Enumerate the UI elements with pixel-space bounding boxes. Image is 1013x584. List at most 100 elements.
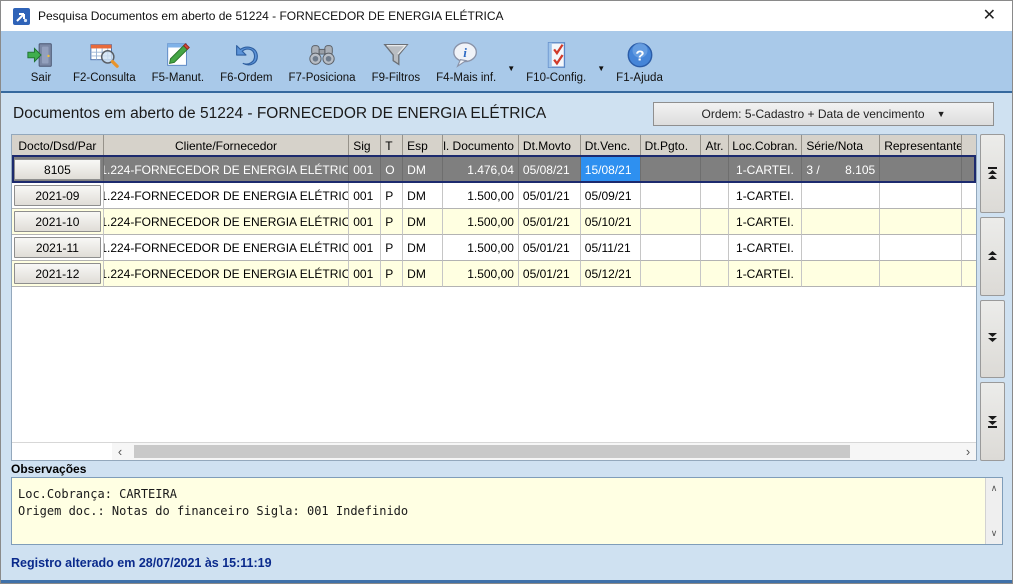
cell-representante[interactable] [880, 261, 962, 287]
cell-cliente[interactable]: 51.224-FORNECEDOR DE ENERGIA ELÉTRICA [104, 235, 349, 261]
toolbar-button-f9-filtros[interactable]: F9-Filtros [364, 36, 429, 87]
cell-atr[interactable] [701, 235, 729, 261]
cell-atr[interactable] [701, 183, 729, 209]
observations-textarea[interactable]: Loc.Cobrança: CARTEIRA Origem doc.: Nota… [11, 477, 1003, 545]
hscroll-track[interactable] [128, 443, 960, 460]
cell-esp[interactable]: DM [403, 261, 443, 287]
cell-esp[interactable]: DM [403, 235, 443, 261]
cell-cliente[interactable]: 51.224-FORNECEDOR DE ENERGIA ELÉTRICA [104, 157, 349, 183]
toolbar-button-f4-mais-inf[interactable]: i F4-Mais inf. [428, 36, 504, 87]
header-cell-loc[interactable]: Loc.Cobran. [729, 135, 803, 157]
cell-loc[interactable]: 1-CARTEI. [729, 157, 803, 183]
page-up-button[interactable] [980, 217, 1005, 296]
mais-inf-dropdown-arrow-icon[interactable]: ▼ [504, 62, 518, 75]
docto-button[interactable]: 2021-09 [14, 185, 101, 206]
cell-esp[interactable]: DM [403, 157, 443, 183]
table-row[interactable]: 2021-09 51.224-FORNECEDOR DE ENERGIA ELÉ… [12, 183, 976, 209]
cell-sig[interactable]: 001 [349, 209, 381, 235]
cell-cliente[interactable]: 51.224-FORNECEDOR DE ENERGIA ELÉTRICA [104, 209, 349, 235]
cell-cliente[interactable]: 51.224-FORNECEDOR DE ENERGIA ELÉTRICA [104, 261, 349, 287]
toolbar-button-f2-consulta[interactable]: F2-Consulta [65, 36, 144, 87]
cell-valor[interactable]: 1.476,04 [443, 157, 519, 183]
cell-representante[interactable] [880, 183, 962, 209]
cell-venc[interactable]: 05/10/21 [581, 209, 641, 235]
docto-button[interactable]: 2021-11 [14, 237, 101, 258]
cell-t[interactable]: P [381, 209, 403, 235]
docto-button[interactable]: 8105 [14, 159, 101, 180]
cell-movto[interactable]: 05/01/21 [519, 183, 581, 209]
header-cell-representante[interactable]: Representante [880, 135, 962, 157]
cell-sig[interactable]: 001 [349, 235, 381, 261]
order-dropdown-button[interactable]: Ordem: 5-Cadastro + Data de vencimento ▼ [653, 102, 994, 126]
cell-loc[interactable]: 1-CARTEI. [729, 261, 803, 287]
close-button[interactable]: ✕ [979, 8, 1000, 24]
header-cell-pgto[interactable]: Dt.Pgto. [641, 135, 701, 157]
docto-button[interactable]: 2021-10 [14, 211, 101, 232]
table-row[interactable]: 2021-11 51.224-FORNECEDOR DE ENERGIA ELÉ… [12, 235, 976, 261]
cell-t[interactable]: P [381, 235, 403, 261]
cell-pgto[interactable] [641, 209, 701, 235]
cell-venc-cursor[interactable]: 15/08/21 [581, 157, 641, 183]
hscroll-thumb[interactable] [134, 445, 850, 458]
cell-valor[interactable]: 1.500,00 [443, 235, 519, 261]
header-cell-esp[interactable]: Esp [403, 135, 443, 157]
observations-scrollbar[interactable]: ∧ ∨ [985, 478, 1002, 544]
scroll-up-icon[interactable]: ∧ [991, 480, 998, 497]
cell-sig[interactable]: 001 [349, 183, 381, 209]
header-cell-venc[interactable]: Dt.Venc. [581, 135, 641, 157]
cell-valor[interactable]: 1.500,00 [443, 209, 519, 235]
toolbar-button-f1-ajuda[interactable]: ? F1-Ajuda [608, 36, 671, 87]
cell-atr[interactable] [701, 261, 729, 287]
header-cell-t[interactable]: T [381, 135, 403, 157]
scroll-right-icon[interactable]: › [960, 444, 976, 460]
header-cell-serie[interactable]: Série/Nota [802, 135, 880, 157]
cell-loc[interactable]: 1-CARTEI. [729, 235, 803, 261]
scroll-first-button[interactable] [980, 134, 1005, 213]
cell-movto[interactable]: 05/08/21 [519, 157, 581, 183]
cell-pgto[interactable] [641, 261, 701, 287]
cell-cliente[interactable]: 51.224-FORNECEDOR DE ENERGIA ELÉTRICA [104, 183, 349, 209]
cell-movto[interactable]: 05/01/21 [519, 261, 581, 287]
cell-pgto[interactable] [641, 157, 701, 183]
cell-venc[interactable]: 05/12/21 [581, 261, 641, 287]
toolbar-button-sair[interactable]: Sair [17, 36, 65, 87]
scroll-last-button[interactable] [980, 382, 1005, 461]
table-row[interactable]: 2021-10 51.224-FORNECEDOR DE ENERGIA ELÉ… [12, 209, 976, 235]
cell-atr[interactable] [701, 209, 729, 235]
header-cell-movto[interactable]: Dt.Movto [519, 135, 581, 157]
cell-movto[interactable]: 05/01/21 [519, 235, 581, 261]
toolbar-button-f5-manut[interactable]: F5-Manut. [144, 36, 212, 87]
header-cell-docto[interactable]: Docto/Dsd/Par [12, 135, 104, 157]
cell-movto[interactable]: 05/01/21 [519, 209, 581, 235]
toolbar-button-f7-posiciona[interactable]: F7-Posiciona [280, 36, 363, 87]
cell-serie[interactable] [802, 183, 880, 209]
cell-representante[interactable] [880, 209, 962, 235]
cell-representante[interactable] [880, 157, 962, 183]
cell-serie[interactable] [802, 235, 880, 261]
scroll-down-icon[interactable]: ∨ [991, 525, 998, 542]
header-cell-sig[interactable]: Sig [349, 135, 381, 157]
cell-t[interactable]: P [381, 183, 403, 209]
table-row[interactable]: 8105 51.224-FORNECEDOR DE ENERGIA ELÉTRI… [12, 157, 976, 183]
scroll-left-icon[interactable]: ‹ [112, 444, 128, 460]
cell-t[interactable]: P [381, 261, 403, 287]
page-down-button[interactable] [980, 300, 1005, 379]
header-cell-valor[interactable]: Vl. Documento [443, 135, 519, 157]
cell-venc[interactable]: 05/11/21 [581, 235, 641, 261]
cell-serie[interactable]: 3 /8.105 [802, 157, 880, 183]
cell-pgto[interactable] [641, 235, 701, 261]
cell-venc[interactable]: 05/09/21 [581, 183, 641, 209]
cell-serie[interactable] [802, 209, 880, 235]
cell-esp[interactable]: DM [403, 209, 443, 235]
header-cell-atr[interactable]: Atr. [701, 135, 729, 157]
config-dropdown-arrow-icon[interactable]: ▼ [594, 62, 608, 75]
toolbar-button-f10-config[interactable]: F10-Config. [518, 36, 594, 87]
cell-t[interactable]: O [381, 157, 403, 183]
docto-button[interactable]: 2021-12 [14, 263, 101, 284]
cell-esp[interactable]: DM [403, 183, 443, 209]
cell-sig[interactable]: 001 [349, 261, 381, 287]
cell-atr[interactable] [701, 157, 729, 183]
cell-sig[interactable]: 001 [349, 157, 381, 183]
cell-valor[interactable]: 1.500,00 [443, 183, 519, 209]
cell-loc[interactable]: 1-CARTEI. [729, 209, 803, 235]
